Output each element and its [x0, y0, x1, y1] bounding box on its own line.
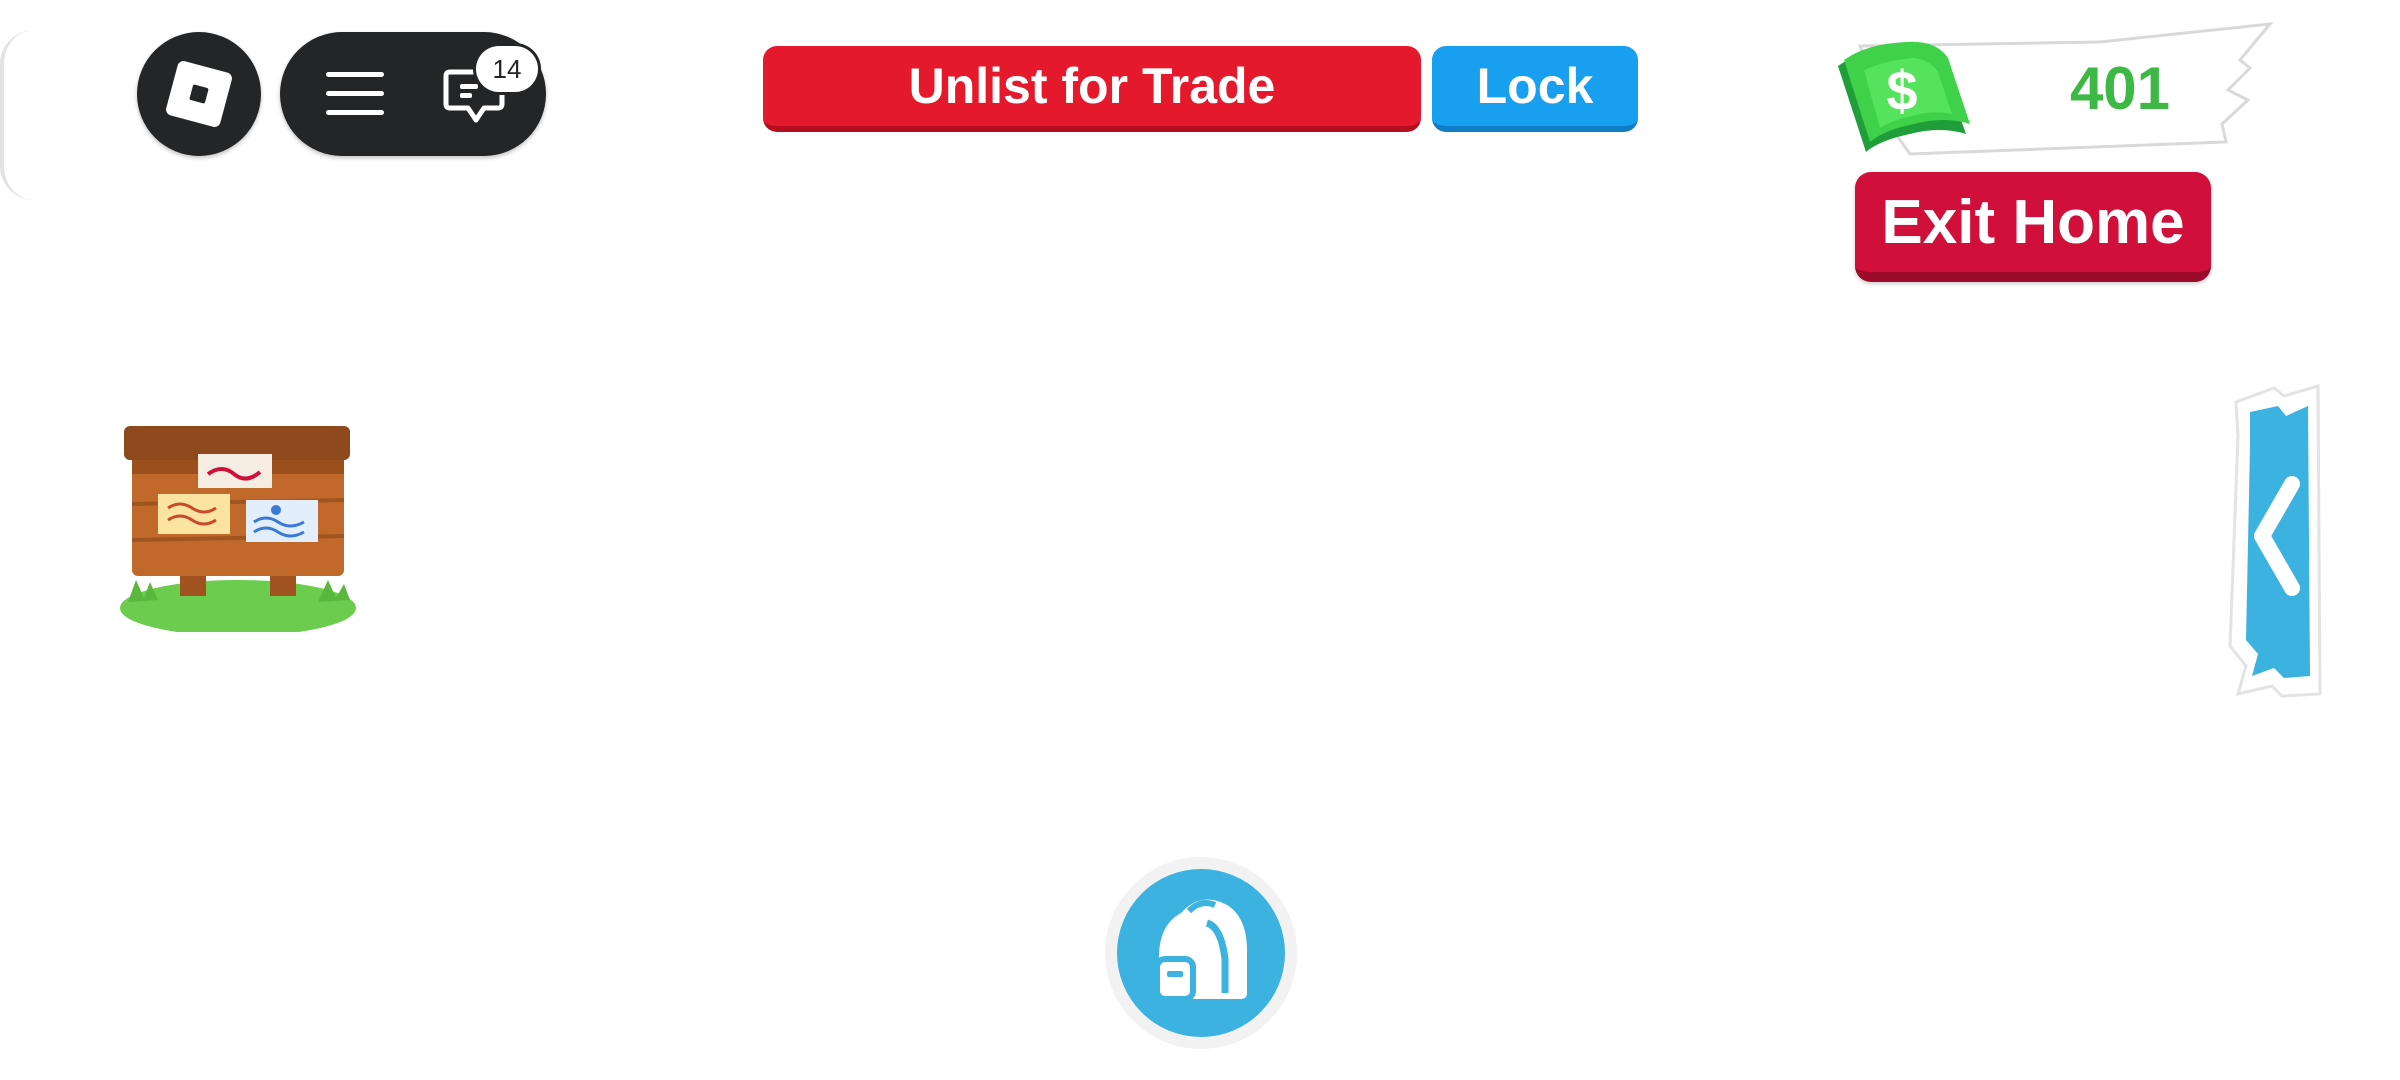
side-panel-tab[interactable] — [2222, 376, 2332, 706]
currency-amount: 401 — [2069, 54, 2171, 122]
hamburger-menu-icon[interactable] — [326, 70, 384, 118]
exit-home-button[interactable]: Exit Home — [1855, 172, 2211, 282]
roblox-menu-button[interactable] — [137, 32, 261, 156]
backpack-button[interactable] — [1103, 855, 1299, 1051]
chat-unread-badge: 14 — [476, 46, 538, 92]
lock-button[interactable]: Lock — [1432, 46, 1638, 132]
topbar-menu-chat-pill: 14 — [280, 32, 546, 156]
roblox-logo-icon — [164, 59, 234, 129]
edge-arc-decoration — [0, 30, 34, 200]
noticeboard-icon[interactable] — [118, 412, 358, 632]
unlist-for-trade-button[interactable]: Unlist for Trade — [763, 46, 1421, 132]
game-viewport: 14 Unlist for Trade Lock $ 401 Exit Home — [0, 0, 2400, 1080]
svg-text:$: $ — [1886, 59, 1917, 122]
